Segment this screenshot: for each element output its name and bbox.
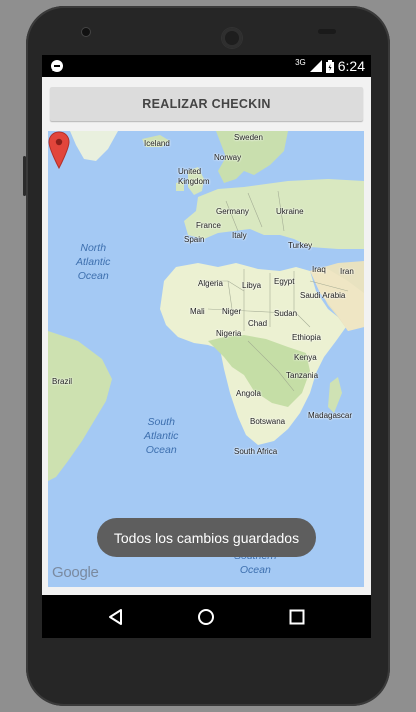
status-bar: 3G 6:24 <box>42 55 371 77</box>
map-label-turkey: Turkey <box>288 241 313 250</box>
map-label-iceland: Iceland <box>144 139 170 148</box>
app-content: REALIZAR CHECKIN North Atlantic Ocean So… <box>42 77 371 595</box>
checkin-button[interactable]: REALIZAR CHECKIN <box>50 87 363 121</box>
notification-icon <box>51 60 63 72</box>
map-label-libya: Libya <box>242 281 262 290</box>
map-label-norway: Norway <box>214 153 242 162</box>
navigation-bar <box>42 595 371 638</box>
recents-icon[interactable] <box>285 605 309 629</box>
map-label-ethiopia: Ethiopia <box>292 333 321 342</box>
ocean-label-north-atlantic: North Atlantic Ocean <box>76 242 111 282</box>
network-type: 3G <box>295 57 306 67</box>
volume-button <box>23 156 26 196</box>
map-label-algeria: Algeria <box>198 279 223 288</box>
home-icon[interactable] <box>194 605 218 629</box>
map-label-sweden: Sweden <box>234 133 263 142</box>
map-label-niger: Niger <box>222 307 242 316</box>
map-label-mali: Mali <box>190 307 205 316</box>
google-attribution-logo: Google <box>52 564 99 581</box>
clock: 6:24 <box>337 58 365 74</box>
map-label-kenya: Kenya <box>294 353 317 362</box>
map-label-madagascar: Madagascar <box>308 411 353 420</box>
back-icon[interactable] <box>104 605 128 629</box>
map-label-iraq: Iraq <box>312 265 326 274</box>
proximity-sensor <box>318 29 336 34</box>
map-label-sudan: Sudan <box>274 309 298 318</box>
map-label-angola: Angola <box>236 389 261 398</box>
map-label-saudi-arabia: Saudi Arabia <box>300 291 346 300</box>
map-label-botswana: Botswana <box>250 417 286 426</box>
map-marker-icon[interactable] <box>48 131 70 169</box>
signal-icon <box>309 60 322 72</box>
map-label-nigeria: Nigeria <box>216 329 242 338</box>
map-label-united-kingdom: United Kingdom <box>178 167 210 186</box>
toast-message: Todos los cambios guardados <box>97 518 316 557</box>
map-label-egypt: Egypt <box>274 277 295 286</box>
battery-icon <box>325 59 334 73</box>
earpiece-speaker <box>222 28 242 48</box>
map-label-iran: Iran <box>340 267 354 276</box>
map-label-italy: Italy <box>232 231 247 240</box>
map-label-brazil: Brazil <box>52 377 73 386</box>
map-label-spain: Spain <box>184 235 205 244</box>
map-label-chad: Chad <box>248 319 268 328</box>
map-label-ukraine: Ukraine <box>276 207 304 216</box>
map-label-tanzania: Tanzania <box>286 371 319 380</box>
ocean-label-south-atlantic: South Atlantic Ocean <box>144 416 179 456</box>
map-label-germany: Germany <box>216 207 249 216</box>
device-screen: 3G 6:24 REALIZAR CHECKIN North Atlantic … <box>42 55 371 638</box>
map-label-france: France <box>196 221 221 230</box>
front-camera <box>82 28 90 36</box>
map-label-south-africa: South Africa <box>234 447 278 456</box>
